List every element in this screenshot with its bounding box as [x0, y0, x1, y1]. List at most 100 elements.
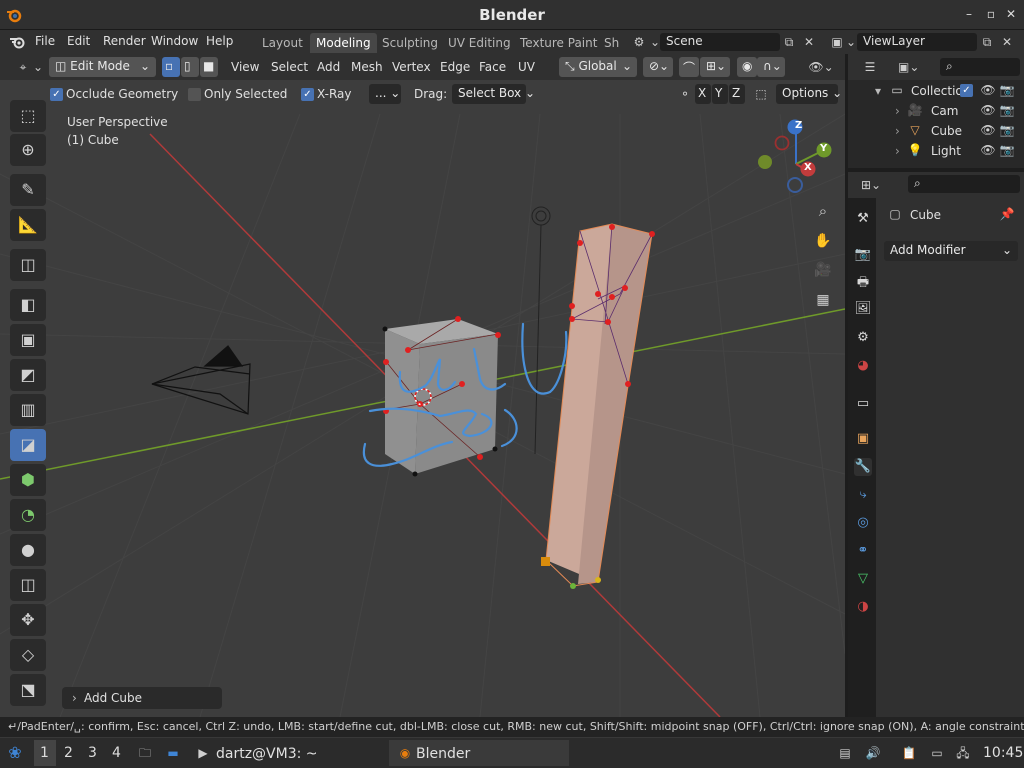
expand-icon[interactable]: ›	[895, 104, 900, 118]
spin-tool[interactable]: ◔	[10, 499, 46, 531]
extrude-tool[interactable]: ◧	[10, 289, 46, 321]
menu-help[interactable]: Help	[206, 34, 233, 48]
expand-icon[interactable]: ▾	[875, 84, 881, 98]
taskbar-blender[interactable]: Blender	[416, 746, 470, 762]
menu-edge[interactable]: Edge	[440, 60, 470, 74]
minimize-button[interactable]: –	[962, 7, 976, 21]
mode-select[interactable]: ◫ Edit Mode ⌄	[49, 57, 156, 77]
workspace-3[interactable]: 3	[88, 745, 97, 761]
network-icon[interactable]: 🖧	[954, 744, 972, 762]
axis-y-toggle[interactable]: Y	[712, 84, 728, 104]
3d-viewport[interactable]: Z Y X ⌕ ✋ 🎥 ▦ User Perspective (1) Cube …	[0, 54, 845, 717]
falloff-select[interactable]: ∩⌄	[757, 57, 785, 77]
pan-hand-icon[interactable]: ✋	[812, 232, 834, 254]
properties-editor-icon[interactable]: ⊞⌄	[861, 176, 881, 194]
face-select-button[interactable]: ■	[200, 57, 218, 77]
rip-tool[interactable]: ⬔	[10, 674, 46, 706]
transform-orientation-select[interactable]: ⤡ Global ⌄	[559, 57, 637, 77]
pin-icon[interactable]: 📌	[998, 205, 1016, 223]
browser-icon[interactable]: ▬	[164, 744, 182, 762]
duplicate-view-layer-icon[interactable]: ⧉	[978, 33, 996, 51]
taskbar-terminal[interactable]: dartz@VM3: ~	[216, 746, 318, 762]
xray-checkbox[interactable]: ✓	[301, 88, 314, 101]
display-mode-icon[interactable]: ▣⌄	[898, 58, 919, 76]
vertex-select-button[interactable]: ▫	[162, 57, 180, 77]
scene-tab-icon[interactable]: ⚙	[854, 329, 872, 347]
add-modifier-button[interactable]: Add Modifier ⌄	[884, 241, 1018, 261]
tool-icon[interactable]: ⬚	[752, 85, 770, 103]
knife-tool[interactable]: ◪	[10, 429, 46, 461]
duplicate-scene-icon[interactable]: ⧉	[780, 33, 798, 51]
close-button[interactable]: ✕	[1004, 7, 1018, 21]
render-camera-icon[interactable]: 📷	[998, 81, 1016, 99]
file-manager-icon[interactable]: 🗀	[136, 744, 154, 762]
perspective-grid-icon[interactable]: ▦	[812, 291, 834, 313]
pivot-point-select[interactable]: ⊘⌄	[643, 57, 673, 77]
expand-icon[interactable]: ›	[895, 124, 900, 138]
loop-cut-tool[interactable]: ▥	[10, 394, 46, 426]
drag-select[interactable]: Select Box ⌄	[452, 84, 535, 104]
menu-mesh[interactable]: Mesh	[351, 60, 383, 74]
bevel-tool[interactable]: ◩	[10, 359, 46, 391]
menu-vertex[interactable]: Vertex	[392, 60, 431, 74]
menu-render[interactable]: Render	[103, 34, 146, 48]
menu-select[interactable]: Select	[271, 60, 308, 74]
cursor-tool[interactable]: ⊕	[10, 134, 46, 166]
inset-tool[interactable]: ▣	[10, 324, 46, 356]
workspace-1[interactable]: 1	[40, 745, 49, 761]
smooth-tool[interactable]: ●	[10, 534, 46, 566]
edge-slide-tool[interactable]: ◫	[10, 569, 46, 601]
add-cube-tool[interactable]: ◫	[10, 249, 46, 281]
tab-texture-paint[interactable]: Texture Paint	[514, 33, 603, 53]
outliner-item-light[interactable]: Light	[931, 144, 961, 158]
occlude-geometry-checkbox[interactable]: ✓	[50, 88, 63, 101]
shear-tool[interactable]: ◇	[10, 639, 46, 671]
only-selected-checkbox[interactable]	[188, 88, 201, 101]
view-layer-tab-icon[interactable]: 🖼	[854, 300, 872, 318]
menu-file[interactable]: File	[35, 34, 55, 48]
tab-sculpting[interactable]: Sculpting	[376, 33, 444, 53]
edge-select-button[interactable]: ▯	[181, 57, 199, 77]
tab-shading[interactable]: Sh	[598, 33, 625, 53]
start-menu-icon[interactable]: ❀	[6, 744, 24, 762]
expand-icon[interactable]: ›	[895, 144, 900, 158]
workspace-2[interactable]: 2	[64, 745, 73, 761]
blender-menu-icon[interactable]	[8, 34, 26, 50]
menu-view[interactable]: View	[231, 60, 259, 74]
more-options-select[interactable]: ... ⌄	[369, 84, 401, 104]
data-tab-icon[interactable]: ▽	[854, 570, 872, 588]
outliner-editor-icon[interactable]: ☰	[861, 58, 879, 76]
tab-layout[interactable]: Layout	[256, 33, 309, 53]
workspace-4[interactable]: 4	[112, 745, 121, 761]
render-tab-icon[interactable]: 📷	[854, 246, 872, 264]
scene-field[interactable]: Scene	[660, 33, 780, 51]
collection-label[interactable]: Collectio	[911, 84, 963, 98]
eye-icon[interactable]: 👁	[979, 101, 997, 119]
close-icon[interactable]: ✕	[800, 33, 818, 51]
collection-checkbox[interactable]: ✓	[960, 84, 973, 97]
physics-tab-icon[interactable]: ◎	[854, 514, 872, 532]
clipboard-icon[interactable]: 📋	[900, 744, 918, 762]
maximize-button[interactable]: ▫	[984, 7, 998, 21]
shrink-fatten-tool[interactable]: ✥	[10, 604, 46, 636]
outliner-item-cube[interactable]: Cube	[931, 124, 962, 138]
object-tab-icon[interactable]: ▣	[854, 430, 872, 448]
material-tab-icon[interactable]: ◑	[854, 598, 872, 616]
last-operator-panel[interactable]: › Add Cube	[62, 687, 222, 709]
eye-icon[interactable]: 👁	[979, 141, 997, 159]
volume-icon[interactable]: 🔊	[864, 744, 882, 762]
collection-tab-icon[interactable]: ▭	[854, 395, 872, 413]
outliner-search[interactable]: ⌕	[940, 58, 1020, 76]
output-tab-icon[interactable]: 🖶	[854, 274, 872, 292]
measure-tool[interactable]: 📐	[10, 209, 46, 241]
display-icon[interactable]: ▤	[836, 744, 854, 762]
render-camera-icon[interactable]: 📷	[998, 101, 1016, 119]
snap-target-select[interactable]: ⊞⌄	[700, 57, 730, 77]
close-icon[interactable]: ✕	[998, 33, 1016, 51]
menu-uv[interactable]: UV	[518, 60, 535, 74]
menu-face[interactable]: Face	[479, 60, 506, 74]
zoom-icon[interactable]: ⌕	[812, 202, 834, 224]
modifier-tab-icon[interactable]: 🔧	[854, 458, 872, 476]
render-camera-icon[interactable]: 📷	[998, 141, 1016, 159]
properties-search[interactable]: ⌕	[908, 175, 1020, 193]
